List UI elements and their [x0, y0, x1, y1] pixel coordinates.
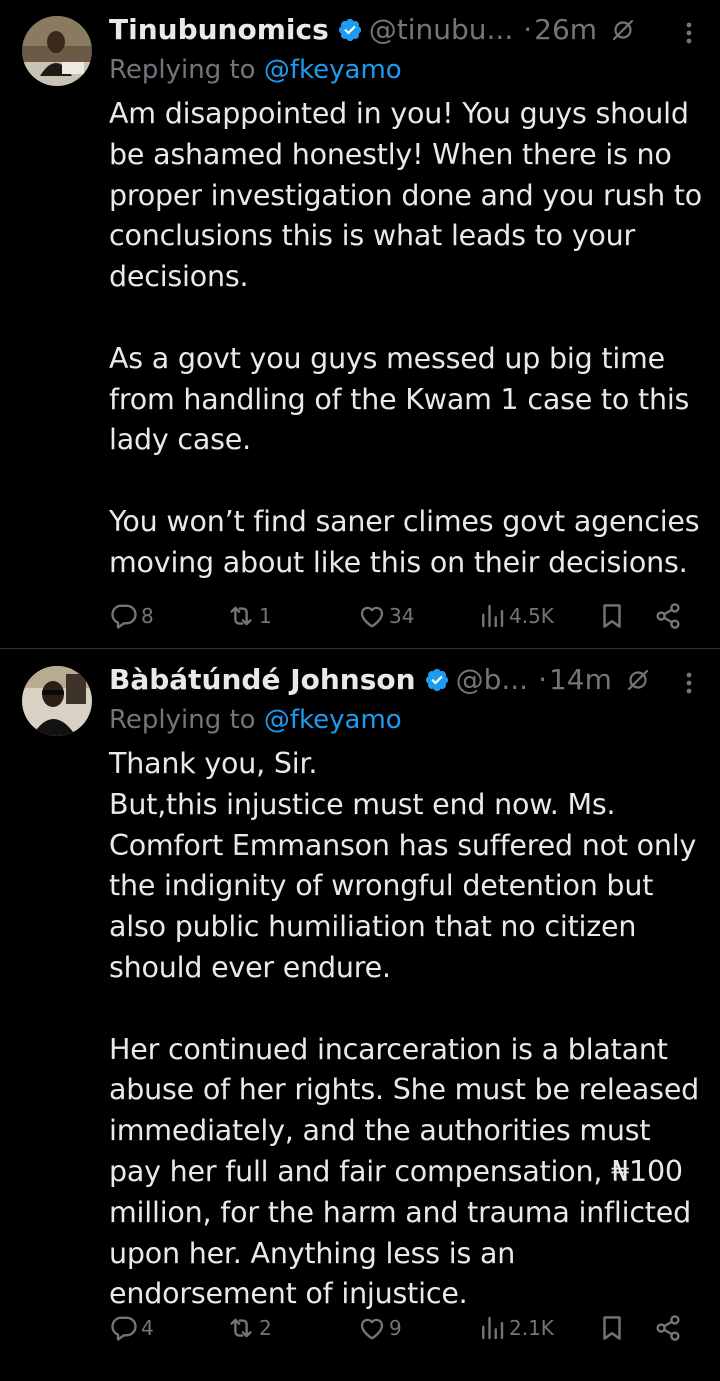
- author-handle[interactable]: @b...: [456, 660, 528, 700]
- tweet-header: Bàbátúndé Johnson @b... · 14m: [109, 660, 700, 700]
- reply-count: 8: [141, 604, 154, 628]
- share-icon: [656, 1315, 680, 1341]
- replying-to-label: Replying to: [109, 705, 264, 735]
- tweet-header: Tinubunomics @tinubu... · 26m: [109, 10, 700, 50]
- tweet-divider: [0, 648, 720, 649]
- timestamp[interactable]: 26m: [534, 10, 597, 50]
- verified-badge-icon: [338, 18, 361, 42]
- repost-count: 2: [259, 1316, 272, 1340]
- separator-dot: ·: [538, 663, 547, 696]
- reply-button[interactable]: 4: [109, 1308, 154, 1348]
- like-count: 9: [389, 1316, 402, 1340]
- tweet[interactable]: Bàbátúndé Johnson @b... · 14m Replying t…: [0, 650, 720, 1381]
- timestamp[interactable]: 14m: [549, 660, 612, 700]
- bookmark-button[interactable]: [597, 596, 627, 636]
- reply-icon: [111, 604, 137, 629]
- like-count: 34: [389, 604, 415, 628]
- action-bar: 8 1 34 4.5K: [109, 596, 689, 636]
- views-count: 4.5K: [509, 604, 554, 628]
- avatar[interactable]: [22, 16, 92, 86]
- views-button[interactable]: 2.1K: [477, 1308, 554, 1348]
- heart-icon: [360, 1318, 384, 1340]
- replying-to-label: Replying to: [109, 55, 264, 85]
- replying-to-mention[interactable]: @fkeyamo: [264, 705, 402, 735]
- views-icon: [482, 1316, 504, 1340]
- author-handle[interactable]: @tinubu...: [369, 10, 513, 50]
- share-icon: [656, 603, 680, 629]
- verified-badge-icon: [425, 668, 448, 692]
- repost-icon: [230, 606, 252, 626]
- repost-button[interactable]: 1: [225, 596, 272, 636]
- replying-to: Replying to @fkeyamo: [109, 52, 402, 88]
- tweet-paragraph: As a govt you guys messed up big time fr…: [109, 341, 690, 457]
- author-name[interactable]: Bàbátúndé Johnson: [109, 660, 416, 700]
- action-bar: 4 2 9 2.1K: [109, 1308, 689, 1348]
- replying-to-mention[interactable]: @fkeyamo: [264, 55, 402, 85]
- tweet-paragraph: You won’t find saner climes govt agencie…: [109, 504, 700, 579]
- tweet-text: Am disappointed in you! You guys should …: [109, 94, 709, 584]
- separator-dot: ·: [523, 13, 533, 46]
- tweet-paragraph: Thank you, Sir. But,this injustice must …: [109, 747, 697, 984]
- heart-icon: [360, 606, 384, 628]
- bookmark-icon: [603, 604, 621, 628]
- views-count: 2.1K: [509, 1316, 554, 1340]
- more-options-icon[interactable]: [686, 672, 692, 694]
- bookmark-icon: [603, 1316, 621, 1340]
- reply-count: 4: [141, 1316, 154, 1340]
- reply-icon: [111, 1316, 137, 1341]
- more-options-icon[interactable]: [686, 22, 692, 44]
- share-button[interactable]: [653, 596, 683, 636]
- repost-count: 1: [259, 604, 272, 628]
- views-icon: [482, 604, 504, 628]
- tweet[interactable]: Tinubunomics @tinubu... · 26m Replying t…: [0, 0, 720, 648]
- reply-button[interactable]: 8: [109, 596, 154, 636]
- repost-button[interactable]: 2: [225, 1308, 272, 1348]
- replying-to: Replying to @fkeyamo: [109, 702, 402, 738]
- share-button[interactable]: [653, 1308, 683, 1348]
- grok-icon[interactable]: [611, 18, 635, 42]
- repost-icon: [230, 1318, 252, 1338]
- grok-icon[interactable]: [626, 668, 650, 692]
- tweet-paragraph: Am disappointed in you! You guys should …: [109, 97, 702, 294]
- tweet-text: Thank you, Sir. But,this injustice must …: [109, 744, 709, 1315]
- views-button[interactable]: 4.5K: [477, 596, 554, 636]
- bookmark-button[interactable]: [597, 1308, 627, 1348]
- like-button[interactable]: 9: [357, 1308, 402, 1348]
- avatar[interactable]: [22, 666, 92, 736]
- tweet-paragraph: Her continued incarceration is a blatant…: [109, 1032, 700, 1311]
- like-button[interactable]: 34: [357, 596, 414, 636]
- author-name[interactable]: Tinubunomics: [109, 10, 329, 50]
